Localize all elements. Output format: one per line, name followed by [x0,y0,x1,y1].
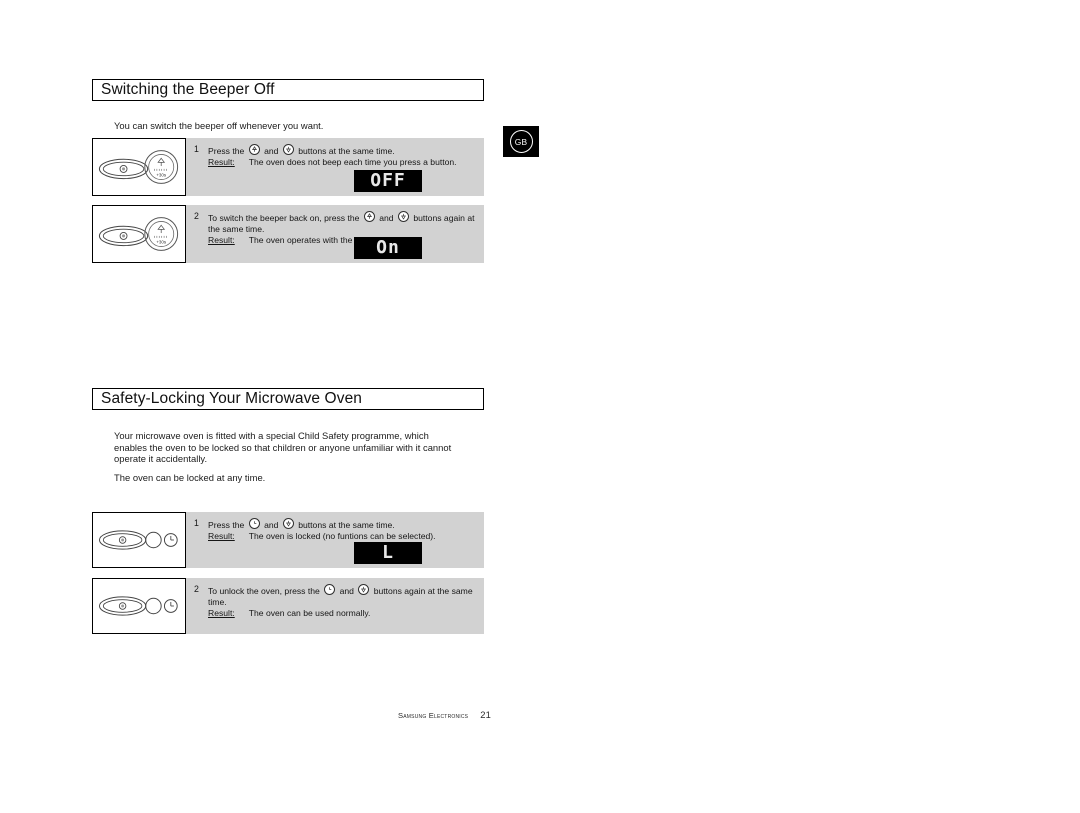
step-row: 1 Press the and buttons at the same time… [92,512,484,568]
oven-display: On [354,237,422,259]
footer-page-number: 21 [480,709,492,720]
control-panel-illustration: +30s [92,205,186,263]
step-number: 1 [194,144,199,154]
section-heading-safety-locking-your-microwave-oven: Safety-Locking Your Microwave Oven [92,388,484,410]
result-label: Result: [208,607,235,618]
result-label: Result: [208,157,235,168]
step-instruction-before: Press the [208,146,245,156]
step-result: Result: The oven operates with the beepe… [208,235,476,246]
panel-art-door-circle-clock [98,596,178,616]
language-badge-gb: GB [503,126,539,157]
clock-circle-icon [248,518,260,529]
step-result: Result: The oven does not beep each time… [208,157,476,168]
svg-text:+30s: +30s [156,173,167,178]
step-number: 1 [194,518,199,528]
oven-display: OFF [354,170,422,192]
step-content: 1 Press the and buttons at the same time… [186,138,484,196]
section-heading-switching-the-beeper-off: Switching the Beeper Off [92,79,484,101]
step-content: 2 To unlock the oven, press the and butt… [186,578,484,634]
panel-art-door-and-plus30s: +30s [98,150,179,184]
power-up-circle-icon [363,211,375,222]
step-content: 2 To switch the beeper back on, press th… [186,205,484,263]
step-conjunction: and [339,586,354,596]
step-row: +30s 1 Press the and buttons at the same… [92,138,484,196]
page-footer: Samsung Electronics 21 [398,709,491,720]
step-instruction-before: Press the [208,520,245,530]
step-result: Result: The oven can be used normally. [208,608,476,619]
clock-circle-icon [324,584,336,595]
step-row: +30s 2 To switch the beeper back on, pre… [92,205,484,263]
svg-text:+30s: +30s [156,240,167,245]
step-row: 2 To unlock the oven, press the and butt… [92,578,484,634]
result-text: The oven is locked (no funtions can be s… [248,531,436,542]
power-up-circle-icon [248,144,260,155]
control-panel-illustration [92,578,186,634]
language-badge-label: GB [509,130,533,153]
step-instruction: 2 To switch the beeper back on, press th… [194,211,476,245]
section-intro-lock: Your microwave oven is fitted with a spe… [114,430,452,465]
control-panel-illustration: +30s [92,138,186,196]
section-intro-beeper: You can switch the beeper off whenever y… [114,120,324,131]
stop-down-circle-icon [282,144,294,155]
step-instruction-before: To unlock the oven, press the [208,586,320,596]
step-instruction-after: buttons at the same time. [298,146,395,156]
oven-display-value: On [376,237,400,258]
result-text: The oven does not beep each time you pre… [248,157,457,168]
step-conjunction: and [264,146,279,156]
result-label: Result: [208,234,235,245]
panel-art-door-circle-clock [98,530,178,550]
step-instruction: 1 Press the and buttons at the same time… [194,144,476,168]
step-content: 1 Press the and buttons at the same time… [186,512,484,568]
oven-display-value: OFF [370,170,406,191]
step-conjunction: and [379,213,394,223]
result-label: Result: [208,531,235,542]
step-instruction: 1 Press the and buttons at the same time… [194,518,476,542]
step-number: 2 [194,584,199,594]
result-text: The oven can be used normally. [248,607,371,618]
stop-down-circle-icon [282,518,294,529]
stop-down-circle-icon [358,584,370,595]
oven-display-value: L [382,542,394,563]
control-panel-illustration [92,512,186,568]
oven-display: L [354,542,422,564]
stop-down-circle-icon [397,211,409,222]
footer-brand: Samsung Electronics [398,711,469,720]
step-instruction-before: To switch the beeper back on, press the [208,213,360,223]
step-conjunction: and [264,520,279,530]
step-result: Result: The oven is locked (no funtions … [208,531,476,542]
step-number: 2 [194,211,199,221]
step-instruction: 2 To unlock the oven, press the and butt… [194,584,476,618]
section-intro-lock-secondary: The oven can be locked at any time. [114,472,266,483]
manual-page: Switching the Beeper Off You can switch … [0,0,1080,813]
panel-art-door-and-plus30s: +30s [98,217,179,251]
step-instruction-after: buttons at the same time. [298,520,395,530]
